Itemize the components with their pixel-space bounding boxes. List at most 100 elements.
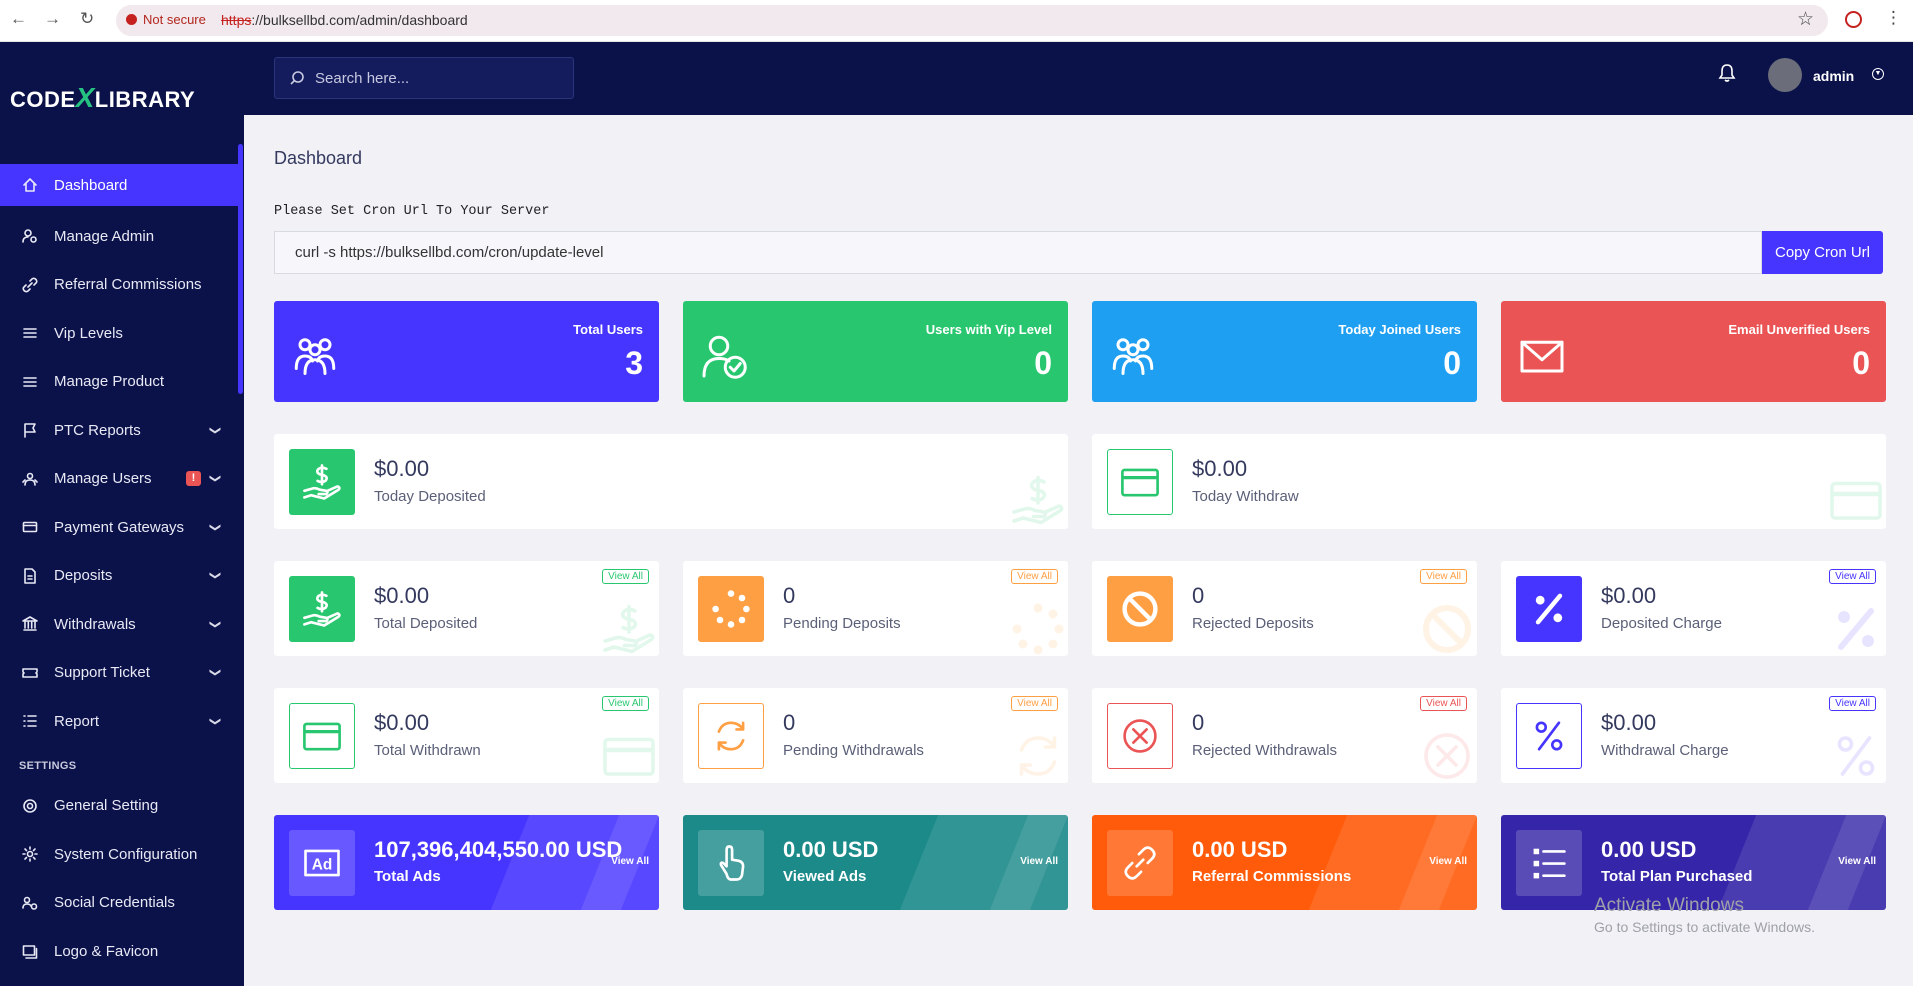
card-amount: 0 xyxy=(783,583,796,608)
sidebar-item-support-ticket[interactable]: Support Ticket ❯ xyxy=(0,649,238,698)
credit-card-icon xyxy=(289,703,355,769)
sidebar-item-label: Manage Admin xyxy=(54,227,155,245)
bell-icon[interactable] xyxy=(1718,63,1736,83)
chevron-down-icon[interactable]: ❯ xyxy=(209,474,222,483)
chevron-down-icon[interactable]: ❯ xyxy=(209,426,222,435)
sidebar-scrollbar[interactable] xyxy=(238,144,243,394)
sidebar-item-ptc-reports[interactable]: PTC Reports ❯ xyxy=(0,406,238,455)
sidebar-item-label: Manage Product xyxy=(54,373,165,391)
card-amount: 0.00 USD xyxy=(1192,837,1288,862)
card-caption: Pending Withdrawals xyxy=(783,742,924,759)
sync-icon xyxy=(698,703,764,769)
view-all-button[interactable]: View All xyxy=(1838,856,1876,867)
chevron-down-icon[interactable]: ❯ xyxy=(209,668,222,677)
avatar[interactable] xyxy=(1768,58,1802,92)
alert-badge: ! xyxy=(186,471,201,487)
widget-card: $0.00 Withdrawal Charge View All xyxy=(1501,688,1886,783)
stat-card[interactable]: Email Unverified Users 0 xyxy=(1501,301,1886,402)
sidebar-item-referral-commissions[interactable]: Referral Commissions xyxy=(0,261,238,310)
username[interactable]: admin xyxy=(1813,68,1854,84)
sidebar-item-report[interactable]: Report ❯ xyxy=(0,697,238,746)
sidebar-item-logo-favicon[interactable]: Logo & Favicon xyxy=(0,927,238,976)
reload-icon[interactable]: ↻ xyxy=(80,9,94,29)
sidebar-item-system-configuration[interactable]: System Configuration xyxy=(0,830,238,879)
browser-menu-icon[interactable]: ⋮ xyxy=(1885,8,1902,28)
address-bar[interactable]: Not secure https://bulksellbd.com/admin/… xyxy=(116,5,1828,36)
sidebar-item-deposits[interactable]: Deposits ❯ xyxy=(0,552,238,601)
sidebar-item-label: Report xyxy=(54,712,100,730)
view-all-button[interactable]: View All xyxy=(1020,856,1058,867)
search-input[interactable]: Search here... xyxy=(274,57,574,99)
view-all-button[interactable]: View All xyxy=(1420,696,1467,711)
view-all-button[interactable]: View All xyxy=(611,856,649,867)
view-all-button[interactable]: View All xyxy=(1420,569,1467,584)
card-amount: 0 xyxy=(1192,710,1205,735)
view-all-button[interactable]: View All xyxy=(1011,569,1058,584)
bookmark-star-icon[interactable]: ☆ xyxy=(1797,8,1814,31)
copy-cron-url-button[interactable]: Copy Cron Url xyxy=(1762,231,1883,274)
widget-card: 0 Pending Withdrawals View All xyxy=(683,688,1068,783)
hand-dollar-icon xyxy=(1008,470,1068,529)
ad-icon: Ad xyxy=(289,830,355,896)
sidebar-item-label: Referral Commissions xyxy=(54,276,202,294)
view-all-button[interactable]: View All xyxy=(602,569,649,584)
view-all-button[interactable]: View All xyxy=(1829,696,1876,711)
flag-icon xyxy=(22,422,38,439)
view-all-button[interactable]: View All xyxy=(1011,696,1058,711)
ban-icon xyxy=(1107,576,1173,642)
stat-card[interactable]: Users with Vip Level 0 xyxy=(683,301,1068,402)
percent-icon xyxy=(1826,599,1886,656)
chevron-down-icon[interactable]: ▼ xyxy=(1872,68,1884,80)
chevron-down-icon[interactable]: ❯ xyxy=(209,620,222,629)
chevron-down-icon[interactable]: ❯ xyxy=(209,571,222,580)
sidebar-item-social-credentials[interactable]: Social Credentials xyxy=(0,879,238,928)
widget-card: $0.00 Total Deposited View All xyxy=(274,561,659,656)
summary-card: 0.00 USD Viewed Ads View All xyxy=(683,815,1068,910)
card-caption: Total Deposited xyxy=(374,615,478,632)
hand-dollar-icon xyxy=(289,449,355,515)
card-caption: Today Withdraw xyxy=(1192,488,1299,505)
stat-card[interactable]: Today Joined Users 0 xyxy=(1092,301,1477,402)
forward-icon[interactable]: → xyxy=(44,9,61,29)
sidebar: CODEXLIBRARY Dashboard Manage Admin Referr… xyxy=(0,42,244,986)
spinner-icon xyxy=(1008,599,1068,656)
profile-icon[interactable] xyxy=(1845,11,1862,28)
card-caption: Deposited Charge xyxy=(1601,615,1722,632)
view-all-button[interactable]: View All xyxy=(602,696,649,711)
chevron-down-icon[interactable]: ❯ xyxy=(209,717,222,726)
sidebar-item-dashboard[interactable]: Dashboard xyxy=(0,164,238,206)
life-ring-icon xyxy=(22,798,38,814)
sidebar-item-manage-users[interactable]: Manage Users! ❯ xyxy=(0,455,238,504)
card-amount: $0.00 xyxy=(1601,583,1657,608)
credit-card-icon xyxy=(1826,470,1886,529)
home-icon xyxy=(22,177,38,193)
sidebar-item-general-setting[interactable]: General Setting xyxy=(0,782,238,831)
cron-url-field[interactable]: curl -s https://bulksellbd.com/cron/upda… xyxy=(274,231,1762,274)
chevron-down-icon[interactable]: ❯ xyxy=(209,523,222,532)
stat-card[interactable]: Total Users 3 xyxy=(274,301,659,402)
sidebar-item-manage-product[interactable]: Manage Product xyxy=(0,358,238,407)
security-indicator[interactable]: Not secure xyxy=(126,12,206,27)
sidebar-item-withdrawals[interactable]: Withdrawals ❯ xyxy=(0,600,238,649)
back-icon[interactable]: ← xyxy=(10,9,27,29)
sidebar-item-manage-admin[interactable]: Manage Admin xyxy=(0,212,238,261)
times-circle-icon xyxy=(1417,726,1477,783)
view-all-button[interactable]: View All xyxy=(1429,856,1467,867)
ban-icon xyxy=(1417,599,1477,656)
card-caption: Pending Deposits xyxy=(783,615,901,632)
sidebar-item-payment-gateways[interactable]: Payment Gateways ❯ xyxy=(0,503,238,552)
today-card: $0.00 Today Deposited xyxy=(274,434,1068,529)
logo[interactable]: CODEXLIBRARY xyxy=(10,82,195,114)
card-caption: Referral Commissions xyxy=(1192,868,1352,885)
view-all-button[interactable]: View All xyxy=(1829,569,1876,584)
stat-value: 3 xyxy=(625,345,643,381)
card-caption: Viewed Ads xyxy=(783,868,867,885)
sidebar-item-vip-levels[interactable]: Vip Levels xyxy=(0,309,238,358)
card-caption: Total Withdrawn xyxy=(374,742,481,759)
sidebar-menu: Dashboard Manage Admin Referral Commission… xyxy=(0,164,238,976)
sidebar-item-label: Withdrawals xyxy=(54,615,136,633)
card-caption: Rejected Withdrawals xyxy=(1192,742,1338,759)
users-icon xyxy=(290,331,340,386)
ticket-icon xyxy=(22,665,38,681)
sidebar-item-label: Logo & Favicon xyxy=(54,942,159,960)
